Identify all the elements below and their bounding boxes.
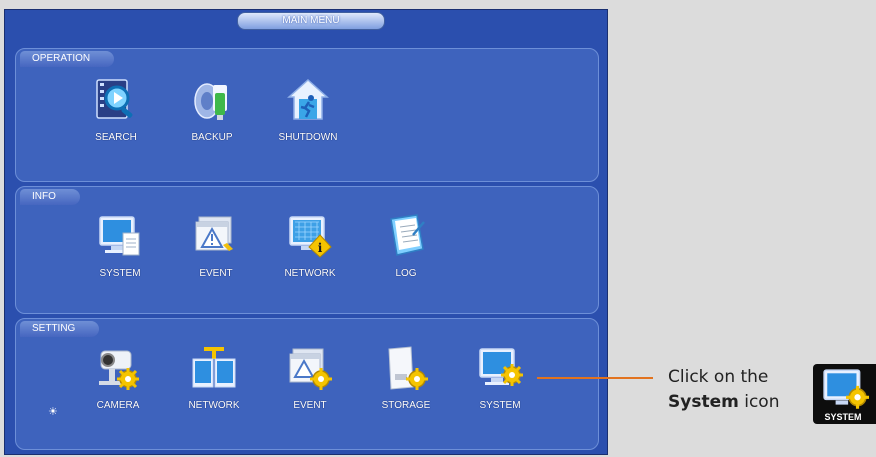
setting-camera-label: CAMERA xyxy=(96,400,140,411)
network-info-icon: i xyxy=(289,216,332,258)
camera-gear-icon xyxy=(99,350,139,390)
setting-tab: SETTING xyxy=(20,321,100,337)
info-event-button[interactable]: EVENT xyxy=(178,213,254,279)
sun-icon: ☀ xyxy=(48,406,58,418)
backup-button[interactable]: BACKUP xyxy=(174,77,250,143)
shutdown-label: SHUTDOWN xyxy=(278,132,338,143)
search-film-icon xyxy=(96,79,133,119)
setting-network-button[interactable]: NETWORK xyxy=(176,345,252,411)
setting-storage-label: STORAGE xyxy=(381,400,431,411)
event-gear-icon xyxy=(289,348,332,390)
search-button[interactable]: SEARCH xyxy=(78,77,154,143)
info-event-label: EVENT xyxy=(199,268,233,279)
callout-text: Click on the System icon xyxy=(668,365,798,415)
setting-camera-button[interactable]: CAMERA xyxy=(80,345,156,411)
preview-label: SYSTEM xyxy=(824,412,862,422)
monitor-doc-icon xyxy=(99,216,140,256)
setting-network-label: NETWORK xyxy=(188,400,240,411)
setting-panel: SETTING CAMERA NETWORK EVENT STORAGE SYS… xyxy=(15,318,599,450)
info-panel: INFO SYSTEM EVENT i NETWORK LOG xyxy=(15,186,599,314)
info-network-label: NETWORK xyxy=(284,268,336,279)
info-network-button[interactable]: i NETWORK xyxy=(272,213,348,279)
setting-system-button[interactable]: SYSTEM xyxy=(462,345,538,411)
setting-system-label: SYSTEM xyxy=(479,400,521,411)
setting-storage-button[interactable]: STORAGE xyxy=(368,345,444,411)
shutdown-exit-icon xyxy=(287,78,329,120)
callout-bold: System xyxy=(668,392,739,412)
svg-text:i: i xyxy=(318,241,323,255)
system-gear-icon xyxy=(479,348,523,386)
info-system-label: SYSTEM xyxy=(99,268,141,279)
backup-label: BACKUP xyxy=(191,132,233,143)
setting-event-label: EVENT xyxy=(293,400,327,411)
setting-event-button[interactable]: EVENT xyxy=(272,345,348,411)
operation-tab: OPERATION xyxy=(20,51,115,67)
callout-rest: icon xyxy=(738,392,780,412)
operation-panel: OPERATION SEARCH BACKUP SHUTDOWN xyxy=(15,48,599,182)
system-preview: SYSTEM xyxy=(813,364,876,424)
system-gear-icon xyxy=(823,369,869,409)
log-book-icon xyxy=(390,214,425,256)
callout-line xyxy=(537,377,653,379)
main-menu-window: MAIN MENU OPERATION SEARCH BACKUP SHUTDO… xyxy=(4,9,608,455)
backup-usb-icon xyxy=(194,83,227,120)
info-system-button[interactable]: SYSTEM xyxy=(82,213,158,279)
window-title: MAIN MENU xyxy=(237,12,385,30)
network-gear-icon xyxy=(192,347,236,388)
search-label: SEARCH xyxy=(95,132,137,143)
info-log-label: LOG xyxy=(395,268,417,279)
shutdown-button[interactable]: SHUTDOWN xyxy=(270,77,346,143)
event-warning-icon xyxy=(195,216,233,251)
callout-line1: Click on the xyxy=(668,367,769,387)
info-tab: INFO xyxy=(20,189,80,205)
storage-gear-icon xyxy=(388,346,428,390)
info-log-button[interactable]: LOG xyxy=(368,213,444,279)
